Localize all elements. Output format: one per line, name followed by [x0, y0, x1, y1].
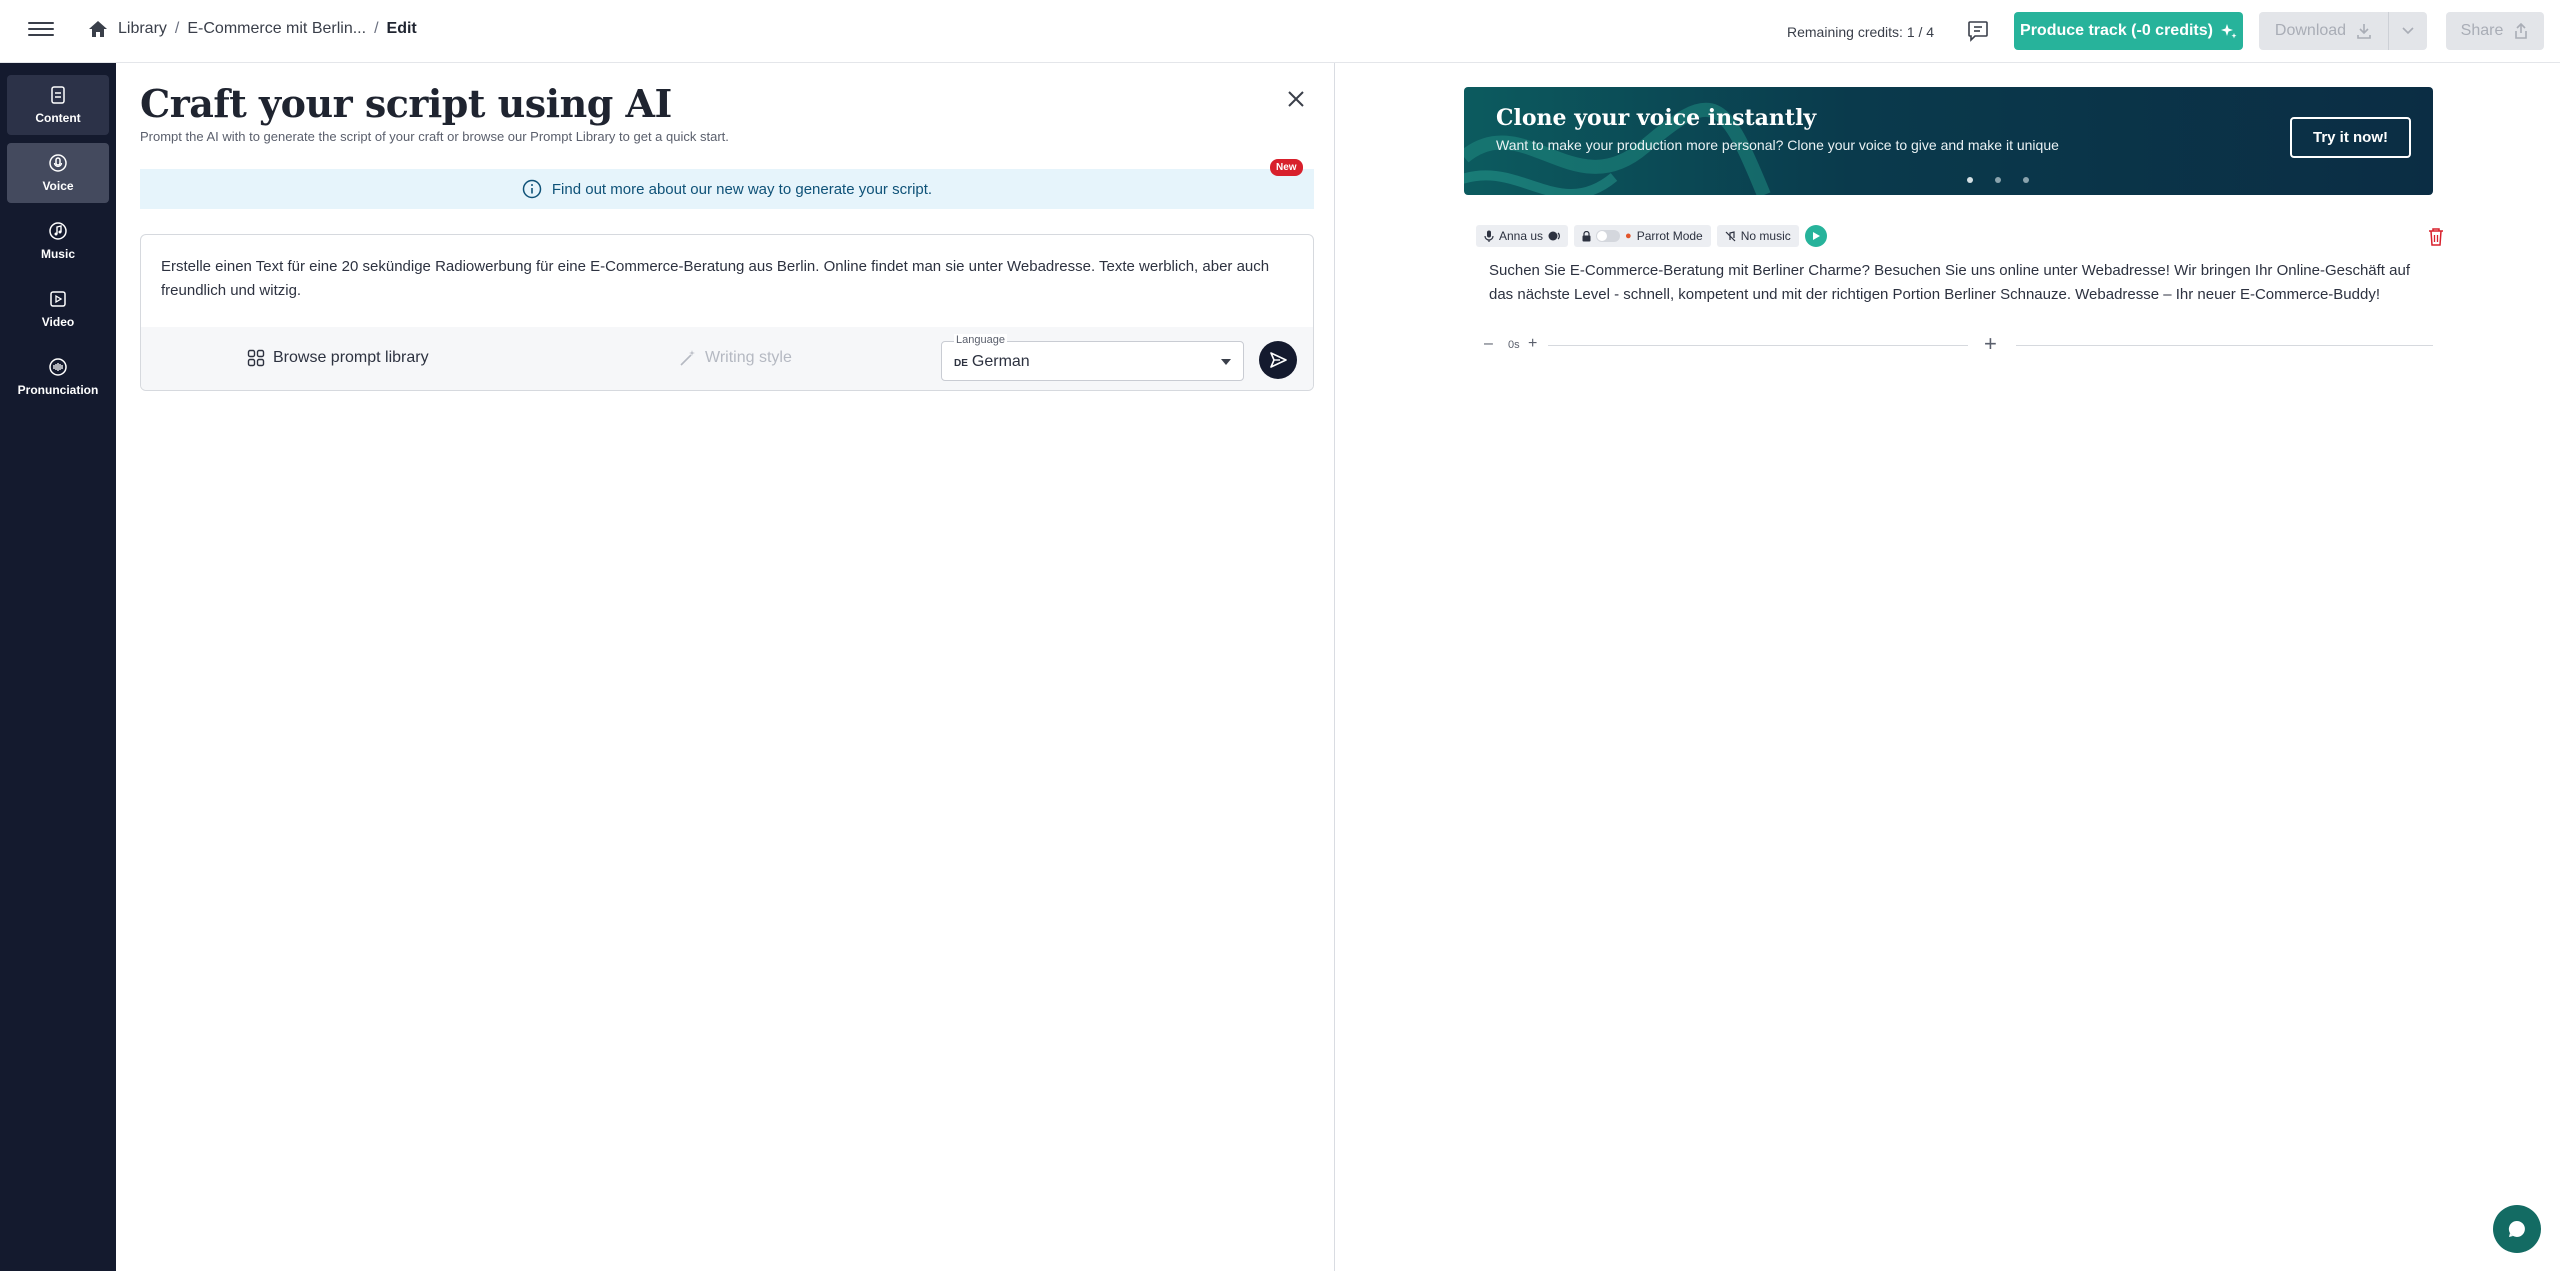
sidebar-item-pronunciation[interactable]: Pronunciation	[7, 347, 109, 407]
decrease-pause-button[interactable]: –	[1484, 335, 1493, 353]
promo-title: Clone your voice instantly	[1496, 105, 1817, 131]
browse-prompt-library-button[interactable]: Browse prompt library	[247, 349, 429, 367]
voice-clone-promo: Clone your voice instantly Want to make …	[1464, 87, 2433, 195]
prompt-toolbar: Browse prompt library Writing style Lang…	[141, 327, 1313, 390]
breadcrumb-separator: /	[374, 20, 379, 37]
prompt-box: Erstelle einen Text für eine 20 sekündig…	[140, 234, 1314, 391]
sidebar-item-music[interactable]: Music	[7, 211, 109, 271]
produce-track-label: Produce track (-0 credits)	[2020, 22, 2213, 39]
download-options-chevron-down-icon[interactable]	[2389, 27, 2427, 35]
prompt-input[interactable]: Erstelle einen Text für eine 20 sekündig…	[161, 255, 1291, 303]
language-code: DE	[954, 358, 968, 369]
sidebar-item-label: Content	[35, 111, 81, 125]
magic-wand-icon	[680, 350, 695, 366]
download-button[interactable]: Download	[2259, 12, 2427, 50]
breadcrumb-separator: /	[174, 20, 180, 37]
divider-line	[2016, 345, 2433, 346]
play-icon	[1812, 232, 1820, 240]
sidebar-item-content[interactable]: Content	[7, 75, 109, 135]
divider-line	[1548, 345, 1968, 346]
increase-pause-button[interactable]: +	[1528, 335, 1537, 353]
chat-bubble-icon	[2508, 1220, 2525, 1237]
download-icon	[2357, 24, 2371, 39]
carousel-dot[interactable]	[1967, 177, 1973, 183]
carousel-dots	[1967, 177, 2029, 183]
try-it-now-button[interactable]: Try it now!	[2290, 117, 2411, 158]
breadcrumb: Library / E-Commerce mit Berlin... / Edi…	[88, 20, 417, 38]
voice-chip-label: Anna us	[1499, 229, 1544, 243]
share-label: Share	[2460, 22, 2504, 39]
caret-down-icon	[1221, 359, 1231, 365]
sidebar-item-video[interactable]: Video	[7, 279, 109, 339]
content-icon	[51, 86, 65, 104]
sidebar-item-label: Pronunciation	[17, 383, 99, 397]
delete-trash-icon[interactable]	[2427, 227, 2445, 247]
share-icon	[2515, 23, 2528, 39]
voice-chip[interactable]: Anna us	[1476, 225, 1569, 247]
home-icon[interactable]	[88, 20, 108, 38]
language-select[interactable]: Language DE German	[941, 334, 1244, 381]
hamburger-menu-icon[interactable]	[28, 18, 54, 44]
parrot-icon: ●	[1625, 230, 1632, 242]
sidebar-item-voice[interactable]: Voice	[7, 143, 109, 203]
language-name: German	[971, 353, 1030, 370]
add-block-button[interactable]: +	[1984, 331, 1997, 357]
breadcrumb-library[interactable]: Library	[118, 20, 167, 38]
remaining-credits: Remaining credits: 1 / 4	[1787, 24, 1935, 40]
writing-style-label: Writing style	[705, 349, 792, 366]
parrot-mode-label: Parrot Mode	[1636, 229, 1703, 243]
info-banner[interactable]: Find out more about our new way to gener…	[140, 169, 1314, 209]
close-icon[interactable]	[1284, 87, 1308, 111]
sidebar: Content Voice Music Video Pronunciation	[0, 63, 116, 1271]
no-music-icon	[1725, 230, 1736, 241]
lock-icon	[1582, 230, 1591, 241]
music-icon	[49, 222, 67, 240]
sparkle-icon	[2220, 24, 2237, 39]
language-label: Language	[954, 334, 1007, 346]
carousel-dot[interactable]	[2023, 177, 2029, 183]
parrot-mode-toggle[interactable]	[1596, 230, 1621, 242]
promo-subtitle: Want to make your production more person…	[1496, 137, 2059, 153]
new-badge: New	[1270, 159, 1303, 176]
breadcrumb-project[interactable]: E-Commerce mit Berlin...	[187, 20, 366, 38]
grid-icon	[247, 349, 265, 367]
block-settings: Anna us ● Parrot Mode No music	[1476, 225, 1827, 247]
page-subtitle: Prompt the AI with to generate the scrip…	[140, 129, 729, 144]
music-chip[interactable]: No music	[1716, 225, 1799, 247]
craft-panel: Craft your script using AI Prompt the AI…	[116, 63, 1335, 1271]
chat-support-button[interactable]	[2493, 1205, 2541, 1253]
sidebar-item-label: Voice	[42, 179, 74, 193]
pronunciation-icon	[49, 358, 67, 376]
play-preview-button[interactable]	[1804, 225, 1827, 247]
pause-value: 0s	[1508, 339, 1520, 351]
pause-control: – 0s + +	[1476, 331, 2433, 356]
sidebar-item-label: Video	[41, 315, 75, 329]
page-title: Craft your script using AI	[140, 81, 672, 126]
voice-profile-icon	[1548, 231, 1560, 241]
carousel-dot[interactable]	[1995, 177, 2001, 183]
download-label: Download	[2274, 22, 2347, 39]
video-icon	[50, 291, 66, 307]
info-icon	[522, 179, 542, 199]
breadcrumb-current: Edit	[386, 20, 417, 37]
script-panel: Clone your voice instantly Want to make …	[1336, 63, 2560, 1271]
music-chip-label: No music	[1740, 229, 1791, 243]
info-banner-text: Find out more about our new way to gener…	[551, 180, 933, 198]
browse-prompt-library-label: Browse prompt library	[273, 349, 429, 366]
send-icon	[1270, 352, 1287, 368]
share-button[interactable]: Share	[2446, 12, 2544, 50]
top-bar: Library / E-Commerce mit Berlin... / Edi…	[0, 0, 2560, 63]
parrot-mode-chip[interactable]: ● Parrot Mode	[1574, 225, 1711, 247]
send-prompt-button[interactable]	[1259, 341, 1297, 379]
sidebar-item-label: Music	[40, 247, 75, 261]
script-text[interactable]: Suchen Sie E-Commerce-Beratung mit Berli…	[1489, 259, 2429, 307]
voice-icon	[49, 154, 67, 172]
produce-track-button[interactable]: Produce track (-0 credits)	[2014, 12, 2243, 50]
microphone-icon	[1484, 230, 1494, 242]
writing-style-button[interactable]: Writing style	[679, 349, 792, 367]
comment-icon[interactable]	[1966, 19, 1990, 43]
language-value: DE German	[954, 353, 1030, 371]
